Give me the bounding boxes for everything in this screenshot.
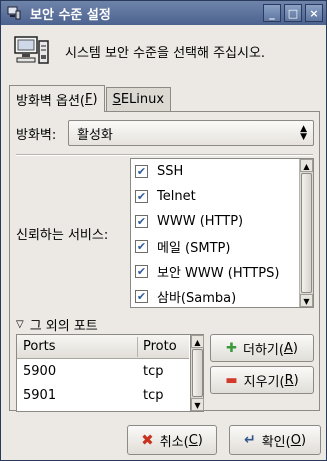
checkbox-checked-icon[interactable]: ✔ bbox=[135, 215, 148, 228]
add-port-button[interactable]: ✚ 더하기(A) bbox=[210, 334, 314, 362]
port-cell: 5900 bbox=[23, 364, 57, 379]
ok-button[interactable]: ↵ 확인(O) bbox=[229, 425, 321, 455]
remove-port-button[interactable]: ▬ 지우기(R) bbox=[210, 366, 314, 394]
service-label: 삼바(Samba) bbox=[157, 291, 237, 306]
tab-suffix: ELinux bbox=[120, 92, 165, 107]
service-label: WWW (HTTP) bbox=[157, 214, 244, 229]
port-cell: 5901 bbox=[23, 388, 57, 403]
scroll-up-icon[interactable]: ▲ bbox=[191, 335, 204, 348]
scroll-up-icon[interactable]: ▲ bbox=[300, 159, 313, 172]
button-suffix: ) bbox=[300, 432, 307, 448]
table-row[interactable]: 5901 tcp bbox=[17, 384, 189, 408]
button-suffix: ) bbox=[293, 372, 299, 388]
button-label: 더하기( bbox=[242, 342, 284, 358]
checkbox-checked-icon[interactable]: ✔ bbox=[135, 290, 148, 303]
tab-selinux[interactable]: S ELinux bbox=[105, 87, 172, 111]
tab-firewall-options[interactable]: 방화벽 옵션(F) bbox=[9, 85, 105, 112]
button-mnemonic: R bbox=[284, 372, 294, 388]
button-label: 취소( bbox=[159, 434, 189, 450]
other-ports-label: 그 외의 포트 bbox=[29, 319, 98, 334]
remove-icon: ▬ bbox=[225, 372, 238, 388]
tab-bar: 방화벽 옵션(F) S ELinux bbox=[9, 85, 172, 112]
add-icon: ✚ bbox=[226, 340, 237, 356]
checkbox-checked-icon[interactable]: ✔ bbox=[135, 190, 148, 203]
computer-icon bbox=[14, 36, 49, 64]
column-header-proto[interactable]: Proto bbox=[143, 339, 177, 354]
column-header-ports[interactable]: Ports bbox=[23, 339, 56, 354]
proto-cell: tcp bbox=[143, 364, 164, 379]
close-button[interactable]: × bbox=[305, 4, 323, 22]
service-item-https[interactable]: ✔ 보안 WWW (HTTPS) bbox=[131, 259, 299, 284]
scroll-thumb[interactable] bbox=[192, 349, 203, 397]
proto-cell: tcp bbox=[143, 388, 164, 403]
button-mnemonic: O bbox=[290, 432, 301, 448]
tab-mnemonic: F bbox=[85, 91, 93, 107]
services-scrollbar[interactable]: ▲ ▼ bbox=[299, 159, 313, 307]
ports-table-header: Ports Proto bbox=[17, 335, 189, 359]
button-label: 확인( bbox=[261, 434, 291, 450]
table-row[interactable]: 5900 tcp bbox=[17, 360, 189, 384]
service-item-telnet[interactable]: ✔ Telnet bbox=[131, 184, 299, 209]
title-bar[interactable]: 보안 수준 설정 _ □ × bbox=[1, 1, 326, 25]
checkbox-checked-icon[interactable]: ✔ bbox=[135, 165, 148, 178]
header-prompt: 시스템 보안 수준을 선택해 주십시오. bbox=[65, 45, 266, 61]
service-item-ssh[interactable]: ✔ SSH bbox=[131, 159, 299, 184]
maximize-button[interactable]: □ bbox=[284, 4, 302, 22]
firewall-label: 방화벽: bbox=[16, 128, 57, 143]
cancel-x-icon: ✖ bbox=[141, 431, 154, 449]
header: 시스템 보안 수준을 선택해 주십시오. bbox=[11, 31, 321, 71]
scroll-down-icon[interactable]: ▼ bbox=[300, 294, 313, 307]
trusted-services-list[interactable]: ✔ SSH ✔ Telnet ✔ WWW (HTTP) ✔ 메일 (SMTP) … bbox=[130, 158, 314, 308]
checkbox-checked-icon[interactable]: ✔ bbox=[135, 265, 148, 278]
expander-down-icon: ▽ bbox=[16, 319, 24, 330]
dialog-window: 보안 수준 설정 _ □ × 시스템 보안 수준을 선택해 주십시오. 방화벽 … bbox=[0, 0, 327, 461]
ports-scrollbar[interactable]: ▲ ▼ bbox=[190, 334, 204, 412]
service-item-smtp[interactable]: ✔ 메일 (SMTP) bbox=[131, 234, 299, 259]
button-mnemonic: C bbox=[188, 432, 198, 448]
firewall-tab-panel: 방화벽: 활성화 ▲ ▼ 신뢰하는 서비스: ✔ SSH ✔ Telnet ✔ W… bbox=[9, 111, 320, 412]
ok-return-icon: ↵ bbox=[243, 432, 256, 448]
trusted-services-label: 신뢰하는 서비스: bbox=[16, 228, 109, 243]
separator bbox=[16, 154, 313, 156]
cancel-button[interactable]: ✖ 취소(C) bbox=[127, 425, 217, 455]
tab-label: 방화벽 옵션( bbox=[16, 93, 86, 109]
service-item-samba[interactable]: ✔ 삼바(Samba) bbox=[131, 284, 299, 307]
scroll-thumb[interactable] bbox=[301, 173, 312, 293]
minimize-button[interactable]: _ bbox=[263, 4, 281, 22]
tab-suffix: ) bbox=[92, 91, 98, 107]
service-label: 보안 WWW (HTTPS) bbox=[157, 266, 280, 281]
ports-table[interactable]: Ports Proto 5900 tcp 5901 tcp bbox=[16, 334, 204, 412]
service-label: Telnet bbox=[157, 189, 196, 204]
other-ports-expander[interactable]: ▽ 그 외의 포트 bbox=[16, 315, 98, 334]
scroll-down-icon[interactable]: ▼ bbox=[191, 398, 204, 411]
button-suffix: ) bbox=[197, 432, 203, 448]
button-mnemonic: A bbox=[283, 340, 293, 356]
column-divider bbox=[137, 337, 138, 357]
security-app-icon bbox=[7, 6, 21, 20]
service-item-http[interactable]: ✔ WWW (HTTP) bbox=[131, 209, 299, 234]
checkbox-checked-icon[interactable]: ✔ bbox=[135, 240, 148, 253]
tab-mnemonic: S bbox=[112, 92, 121, 107]
button-label: 지우기( bbox=[243, 374, 285, 390]
select-arrows-icon: ▲ ▼ bbox=[300, 124, 307, 142]
firewall-value: 활성화 bbox=[77, 127, 113, 143]
window-title: 보안 수준 설정 bbox=[30, 7, 111, 23]
firewall-select[interactable]: 활성화 ▲ ▼ bbox=[68, 120, 314, 146]
service-label: 메일 (SMTP) bbox=[157, 241, 231, 256]
button-suffix: ) bbox=[292, 340, 298, 356]
service-label: SSH bbox=[157, 164, 184, 179]
